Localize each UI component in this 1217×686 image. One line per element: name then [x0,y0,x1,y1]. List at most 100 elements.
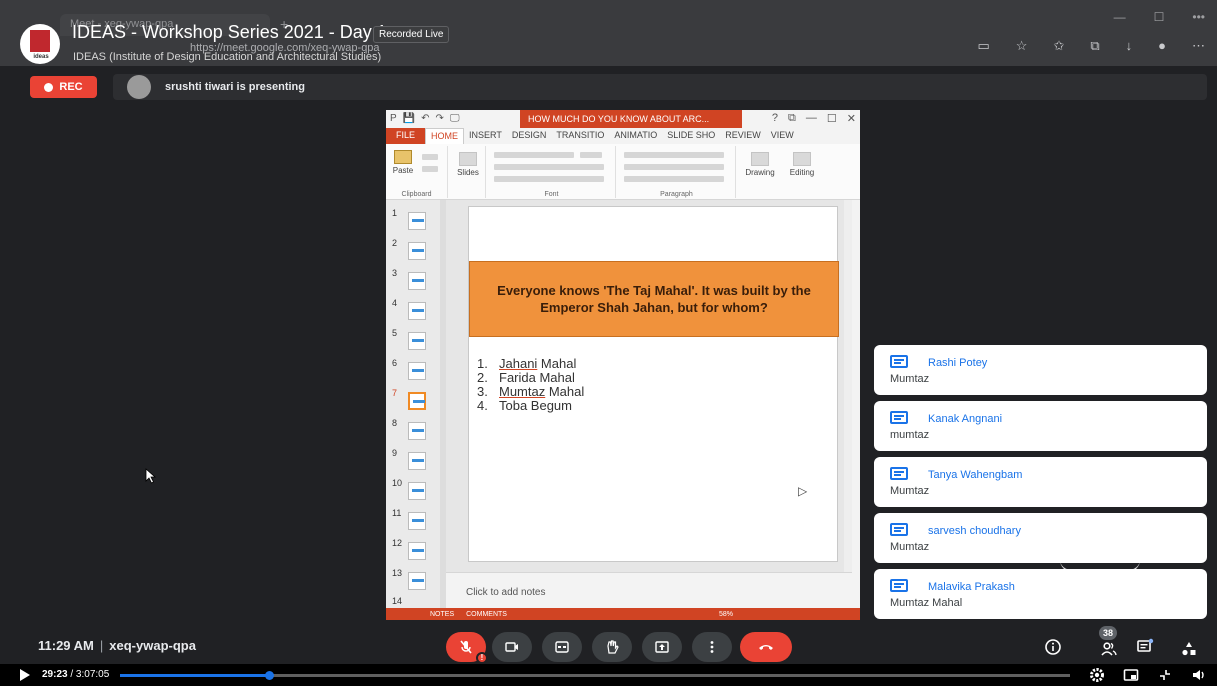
settings-icon[interactable] [1089,667,1105,683]
help-icon[interactable]: ? [772,112,778,125]
download-icon[interactable]: ↓ [1126,38,1133,54]
browser-toolbar-icons: ▭ ☆ ✩ ⧉ ↓ ● ⋯ [977,38,1205,54]
channel-logo[interactable]: ideas [20,24,60,64]
close-icon[interactable]: ✕ [847,112,856,125]
font-size-select[interactable] [580,152,602,158]
camera-button[interactable] [492,632,532,662]
comments-button[interactable]: COMMENTS [466,611,507,618]
tab-insert[interactable]: INSERT [464,128,507,144]
zoom-level[interactable]: 58% [719,611,733,618]
camera-icon [505,642,518,652]
more-icon[interactable]: ••• [1192,10,1205,24]
slide-thumbnail[interactable]: 6 [390,356,438,384]
star-icon[interactable]: ☆ [1016,38,1028,54]
slide-thumbnail[interactable]: 2 [390,236,438,264]
tab-file[interactable]: FILE [386,128,426,144]
tab-home[interactable]: HOME [425,128,465,144]
present-icon[interactable]: 🖵 [450,113,460,124]
redo-icon[interactable]: ↷ [436,113,444,124]
copy-icon[interactable] [422,166,438,172]
collections-icon[interactable]: ⧉ [1090,38,1099,54]
slide-thumbnail[interactable]: 8 [390,416,438,444]
raise-hand-button[interactable] [592,632,632,662]
tab-review[interactable]: REVIEW [720,128,766,144]
slide-thumbnail-selected[interactable]: 7 [390,386,438,414]
chat-sender: Tanya Wahengbam [928,469,1023,481]
tab-animations[interactable]: ANIMATIO [609,128,662,144]
menu-icon[interactable]: ⋯ [1192,38,1205,54]
chat-button[interactable] [1134,636,1156,658]
chat-icon [890,467,908,480]
exit-fullscreen-icon[interactable] [1157,667,1173,683]
present-button[interactable] [642,632,682,662]
video-title[interactable]: IDEAS - Workshop Series 2021 - Day 1 [72,22,387,43]
chat-message[interactable]: Malavika Prakash Mumtaz Mahal [874,569,1207,619]
maximize-icon[interactable]: ☐ [827,112,837,125]
tab-slide-show[interactable]: SLIDE SHO [662,128,720,144]
play-icon[interactable] [20,669,30,681]
volume-icon[interactable] [1191,667,1207,683]
tab-view[interactable]: VIEW [766,128,799,144]
font-format-buttons[interactable] [494,164,604,170]
slide-thumbnail[interactable]: 14 [390,594,438,608]
microphone-button[interactable]: ! [446,632,488,664]
thumbnail-image [408,452,426,470]
slides-button[interactable]: Slides [454,152,482,177]
thumbnail-image [408,212,426,230]
slide-thumbnail[interactable]: 5 [390,326,438,354]
current-slide[interactable]: Everyone knows 'The Taj Mahal'. It was b… [468,206,839,562]
chat-sender: Rashi Potey [928,357,988,369]
cut-icon[interactable] [422,154,438,160]
camera-icon[interactable]: ▭ [977,38,989,54]
thumbnail-image [408,392,426,410]
slide-thumbnail[interactable]: 10 [390,476,438,504]
indent-buttons[interactable] [624,164,724,170]
tab-transitions[interactable]: TRANSITIO [551,128,609,144]
save-icon[interactable]: 💾 [403,113,415,124]
chat-icon [890,579,908,592]
slide-thumbnail[interactable]: 11 [390,506,438,534]
chat-message[interactable]: Kanak Angnani mumtaz [874,401,1207,451]
profile-icon[interactable]: ● [1158,38,1166,54]
undo-icon[interactable]: ↶ [421,113,429,124]
editing-button[interactable]: Editing [784,152,820,177]
more-options-button[interactable] [692,632,732,662]
align-buttons[interactable] [624,176,724,182]
notes-button[interactable]: NOTES [430,611,454,618]
slide-thumbnail[interactable]: 3 [390,266,438,294]
chat-message[interactable]: Tanya Wahengbam Mumtaz [874,457,1207,507]
paste-button[interactable]: Paste [390,150,416,175]
video-progress-bar[interactable] [120,671,1070,680]
list-buttons[interactable] [624,152,724,158]
slide-scrollbar[interactable] [844,200,852,572]
slide-thumbnail[interactable]: 13 [390,566,438,594]
slide-thumbnail[interactable]: 4 [390,296,438,324]
end-call-button[interactable] [740,632,792,662]
record-dot-icon [44,82,54,92]
miniplayer-icon[interactable] [1123,667,1139,683]
ribbon-display-icon[interactable]: ⧉ [788,112,796,125]
minimize-icon[interactable]: — [1114,10,1126,24]
drawing-button[interactable]: Drawing [740,152,780,177]
people-button[interactable] [1098,638,1120,660]
maximize-icon[interactable]: ☐ [1154,10,1165,24]
tab-design[interactable]: DESIGN [507,128,552,144]
slide-thumbnail[interactable]: 12 [390,536,438,564]
minimize-icon[interactable]: — [806,112,817,125]
font-group: Font [488,146,616,198]
rec-label: REC [59,81,83,93]
thumb-number: 9 [392,448,398,458]
font-name-select[interactable] [494,152,574,158]
chat-message[interactable]: Rashi Potey Mumtaz [874,345,1207,395]
channel-name[interactable]: IDEAS (Institute of Design Education and… [73,51,381,63]
chat-message[interactable]: sarvesh choudhary Mumtaz [874,513,1207,563]
slide-thumbnail[interactable]: 9 [390,446,438,474]
captions-button[interactable] [542,632,582,662]
notes-pane[interactable]: Click to add notes [446,572,852,608]
activities-button[interactable] [1178,638,1200,660]
meeting-details-button[interactable] [1042,636,1064,658]
favorites-icon[interactable]: ✩ [1053,38,1064,54]
slide-thumbnail[interactable]: 1 [390,206,438,234]
progress-handle[interactable] [265,671,275,680]
font-size-buttons[interactable] [494,176,604,182]
